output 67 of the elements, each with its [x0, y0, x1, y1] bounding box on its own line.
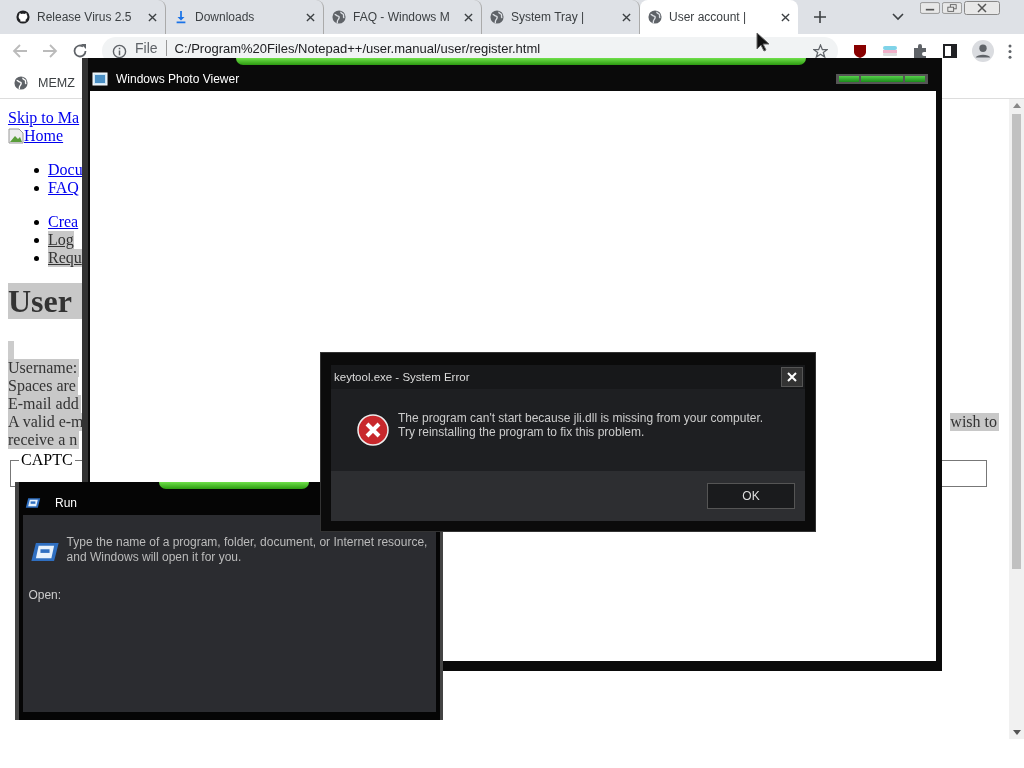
star-icon[interactable]: [813, 43, 828, 59]
run-icon: [25, 496, 41, 509]
scheme-label: File: [135, 40, 167, 56]
reload-icon[interactable]: [72, 43, 88, 59]
nav-link[interactable]: Requ: [48, 249, 82, 267]
nav-link[interactable]: FAQ: [48, 179, 79, 197]
error-message: Try reinstalling the program to fix this problem.: [398, 425, 646, 439]
window-buttons[interactable]: [836, 73, 928, 84]
close-icon[interactable]: [964, 1, 1000, 15]
bullet-icon: [34, 255, 39, 261]
globe-icon: [648, 10, 662, 24]
page-text: wish to: [950, 413, 999, 431]
window-title: Run: [55, 495, 77, 510]
bullet-icon: [34, 219, 39, 225]
scroll-up-icon[interactable]: [1012, 103, 1021, 108]
bullet-icon: [34, 237, 39, 243]
close-tab-icon[interactable]: [306, 12, 315, 22]
url-text: C:/Program%20Files/Notepad++/user.manual/user/register.html: [174, 41, 541, 55]
new-tab-icon[interactable]: [814, 11, 826, 23]
page-text: Spaces are: [8, 377, 78, 395]
side-panel-icon[interactable]: [942, 43, 958, 59]
minimize-icon[interactable]: [920, 1, 940, 15]
page-text: E-mail add: [8, 395, 81, 413]
shield-extension-icon[interactable]: [852, 43, 868, 59]
scroll-down-icon[interactable]: [1012, 730, 1021, 735]
close-tab-icon[interactable]: [148, 12, 157, 22]
close-button[interactable]: [781, 367, 803, 387]
cursor-icon: [756, 32, 770, 52]
broken-image-icon: [8, 128, 24, 144]
run-description: Type the name of a program, folder, document, or Internet resource, and Windows will open it for you.: [66, 535, 428, 566]
dialog-title: keytool.exe - System Error: [334, 371, 470, 383]
error-message: The program can't start because jli.dll is missing from your computer.: [398, 411, 764, 425]
scroll-thumb[interactable]: [1012, 114, 1021, 569]
close-tab-icon[interactable]: [622, 12, 631, 22]
bullet-icon: [34, 167, 39, 173]
chevron-down-icon[interactable]: [892, 13, 904, 21]
globe-icon: [490, 10, 504, 24]
profile-icon[interactable]: [972, 40, 994, 62]
browser-tab[interactable]: User account |: [640, 0, 798, 34]
highlight-block: [8, 341, 14, 359]
page-link[interactable]: Skip to Ma: [8, 109, 80, 127]
photo-icon: [92, 70, 108, 87]
home-link[interactable]: Home: [24, 127, 64, 145]
globe-icon: [332, 10, 346, 24]
bookmark[interactable]: MEMZ: [14, 76, 75, 90]
run-icon: [29, 542, 60, 562]
puzzle-icon[interactable]: [912, 43, 928, 59]
page-text: Username:: [8, 359, 80, 377]
error-icon: [357, 414, 389, 446]
nav-link[interactable]: Docu: [48, 161, 83, 179]
ok-button[interactable]: OK: [707, 483, 795, 509]
close-tab-icon[interactable]: [781, 12, 790, 22]
globe-icon: [14, 76, 28, 90]
window-title: Windows Photo Viewer: [116, 71, 240, 86]
nav-link[interactable]: Crea: [48, 213, 79, 231]
bullet-icon: [34, 185, 39, 191]
nav-link[interactable]: Log: [48, 231, 74, 249]
close-tab-icon[interactable]: [464, 12, 473, 22]
download-icon: [174, 10, 188, 24]
close-icon: [787, 372, 797, 382]
info-icon: [112, 43, 127, 59]
restore-icon[interactable]: [942, 1, 962, 15]
page-text: receive a n: [8, 431, 80, 449]
open-label: Open:: [28, 588, 62, 602]
extension-icon[interactable]: [882, 43, 898, 59]
menu-icon[interactable]: [1008, 43, 1012, 59]
scrollbar[interactable]: [1009, 99, 1024, 739]
